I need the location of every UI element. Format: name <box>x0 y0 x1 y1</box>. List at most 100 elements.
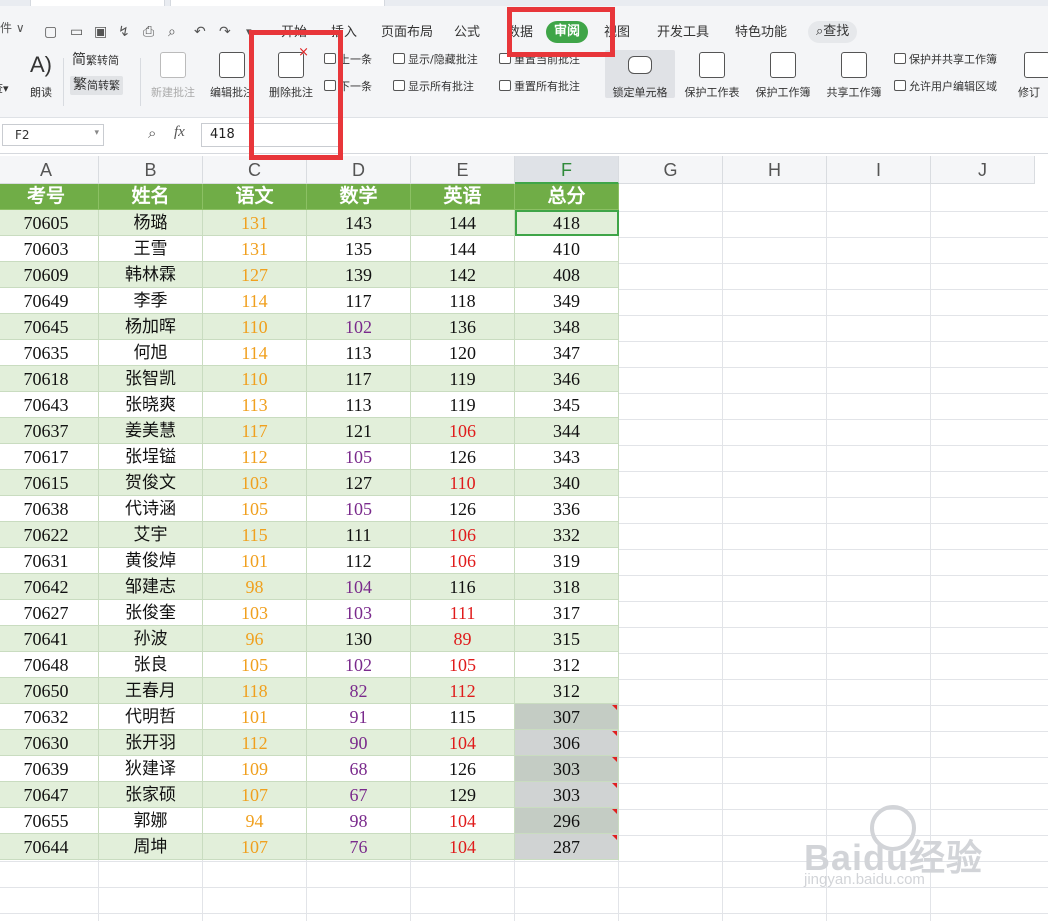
column-header-a[interactable]: A <box>0 156 99 184</box>
column-header-i[interactable]: I <box>827 156 931 184</box>
print-preview-icon[interactable]: ⌕ <box>168 24 176 40</box>
table-cell[interactable]: 103 <box>203 470 307 496</box>
tab-data[interactable]: 数据 <box>507 25 533 41</box>
table-cell[interactable]: 112 <box>203 444 307 470</box>
table-cell[interactable]: 代诗涵 <box>99 496 203 522</box>
table-cell[interactable]: 115 <box>203 522 307 548</box>
tab-home[interactable]: 开始 <box>281 25 307 41</box>
table-cell[interactable]: 70650 <box>0 678 99 704</box>
tab-view[interactable]: 视图 <box>604 25 630 41</box>
table-cell[interactable]: 70643 <box>0 392 99 418</box>
table-cell[interactable]: 70627 <box>0 600 99 626</box>
truncated-ribbon-item[interactable]: 查▾ <box>0 80 14 96</box>
table-cell[interactable]: 127 <box>307 470 411 496</box>
table-cell[interactable]: 106 <box>411 418 515 444</box>
table-cell[interactable]: 113 <box>307 340 411 366</box>
previous-comment-button[interactable]: 上一条 <box>324 53 372 67</box>
table-header-cell[interactable]: 总分 <box>515 184 619 210</box>
table-cell[interactable]: 96 <box>203 626 307 652</box>
table-cell[interactable]: 黄俊焯 <box>99 548 203 574</box>
table-cell[interactable]: 118 <box>203 678 307 704</box>
table-cell[interactable]: 姜美慧 <box>99 418 203 444</box>
export-icon[interactable]: ↯ <box>118 24 130 40</box>
table-cell[interactable]: 120 <box>411 340 515 366</box>
zoom-search-icon[interactable]: ⌕ <box>148 124 156 142</box>
table-cell[interactable]: 何旭 <box>99 340 203 366</box>
reset-current-comment-button[interactable]: 重置当前批注 <box>499 53 580 67</box>
table-cell[interactable]: 135 <box>307 236 411 262</box>
table-cell[interactable]: 107 <box>203 782 307 808</box>
table-header-cell[interactable]: 数学 <box>307 184 411 210</box>
table-header-cell[interactable]: 英语 <box>411 184 515 210</box>
next-comment-button[interactable]: 下一条 <box>324 80 372 94</box>
table-cell[interactable]: 144 <box>411 210 515 236</box>
table-cell[interactable]: 332 <box>515 522 619 548</box>
column-header-b[interactable]: B <box>99 156 203 184</box>
table-cell[interactable]: 70637 <box>0 418 99 444</box>
table-cell[interactable]: 131 <box>203 210 307 236</box>
table-cell[interactable]: 131 <box>203 236 307 262</box>
table-cell[interactable]: 101 <box>203 548 307 574</box>
table-cell[interactable]: 103 <box>203 600 307 626</box>
table-cell[interactable]: 112 <box>307 548 411 574</box>
trad-to-simp-button[interactable]: 简繁转简 <box>72 53 119 68</box>
share-workbook-button[interactable]: 共享工作簿 <box>822 52 886 100</box>
table-cell[interactable]: 143 <box>307 210 411 236</box>
table-cell[interactable]: 杨加晖 <box>99 314 203 340</box>
table-cell[interactable]: 王雪 <box>99 236 203 262</box>
table-cell[interactable]: 315 <box>515 626 619 652</box>
table-cell[interactable]: 126 <box>411 444 515 470</box>
tab-developer[interactable]: 开发工具 <box>657 25 709 41</box>
table-cell[interactable]: 318 <box>515 574 619 600</box>
table-cell[interactable]: 70622 <box>0 522 99 548</box>
table-cell[interactable]: 105 <box>203 652 307 678</box>
table-cell[interactable]: 70635 <box>0 340 99 366</box>
column-header-f[interactable]: F <box>515 156 619 184</box>
table-cell[interactable]: 340 <box>515 470 619 496</box>
file-menu[interactable]: 件 ∨ <box>0 20 25 36</box>
table-cell[interactable]: 112 <box>411 678 515 704</box>
show-hide-comment-button[interactable]: 显示/隐藏批注 <box>393 53 478 67</box>
table-cell[interactable]: 312 <box>515 678 619 704</box>
table-cell[interactable]: 70649 <box>0 288 99 314</box>
table-cell[interactable]: 126 <box>411 496 515 522</box>
table-cell[interactable]: 70641 <box>0 626 99 652</box>
table-cell[interactable]: 130 <box>307 626 411 652</box>
table-cell[interactable]: 114 <box>203 288 307 314</box>
table-cell[interactable]: 70648 <box>0 652 99 678</box>
table-cell[interactable]: 70603 <box>0 236 99 262</box>
table-cell[interactable]: 70618 <box>0 366 99 392</box>
table-cell[interactable]: 89 <box>411 626 515 652</box>
table-cell[interactable]: 111 <box>307 522 411 548</box>
edit-comment-button[interactable]: 编辑批注 <box>205 52 259 100</box>
table-cell[interactable]: 105 <box>203 496 307 522</box>
table-cell[interactable]: 114 <box>203 340 307 366</box>
column-header-g[interactable]: G <box>619 156 723 184</box>
table-header-cell[interactable]: 语文 <box>203 184 307 210</box>
table-cell[interactable]: 115 <box>411 704 515 730</box>
column-header-e[interactable]: E <box>411 156 515 184</box>
table-cell[interactable]: 139 <box>307 262 411 288</box>
table-cell[interactable]: 70655 <box>0 808 99 834</box>
column-header-h[interactable]: H <box>723 156 827 184</box>
customize-quick-access-icon[interactable]: ▾ <box>246 24 252 40</box>
track-changes-button[interactable]: 修订 <box>1018 52 1048 100</box>
table-cell[interactable]: 121 <box>307 418 411 444</box>
table-cell[interactable]: 110 <box>203 366 307 392</box>
table-cell[interactable]: 317 <box>515 600 619 626</box>
open-folder-icon[interactable]: ▭ <box>70 24 83 40</box>
table-cell[interactable]: 70645 <box>0 314 99 340</box>
allow-edit-ranges-button[interactable]: 允许用户编辑区域 <box>894 80 997 94</box>
table-cell[interactable]: 王春月 <box>99 678 203 704</box>
table-cell[interactable]: 343 <box>515 444 619 470</box>
table-cell[interactable]: 90 <box>307 730 411 756</box>
table-cell[interactable]: 76 <box>307 834 411 860</box>
table-cell[interactable]: 张晓爽 <box>99 392 203 418</box>
table-cell[interactable]: 代明哲 <box>99 704 203 730</box>
table-cell[interactable]: 106 <box>411 522 515 548</box>
table-cell[interactable]: 127 <box>203 262 307 288</box>
table-cell[interactable]: 116 <box>411 574 515 600</box>
table-cell[interactable]: 杨璐 <box>99 210 203 236</box>
table-cell[interactable]: 126 <box>411 756 515 782</box>
protect-workbook-button[interactable]: 保护工作簿 <box>751 52 815 100</box>
